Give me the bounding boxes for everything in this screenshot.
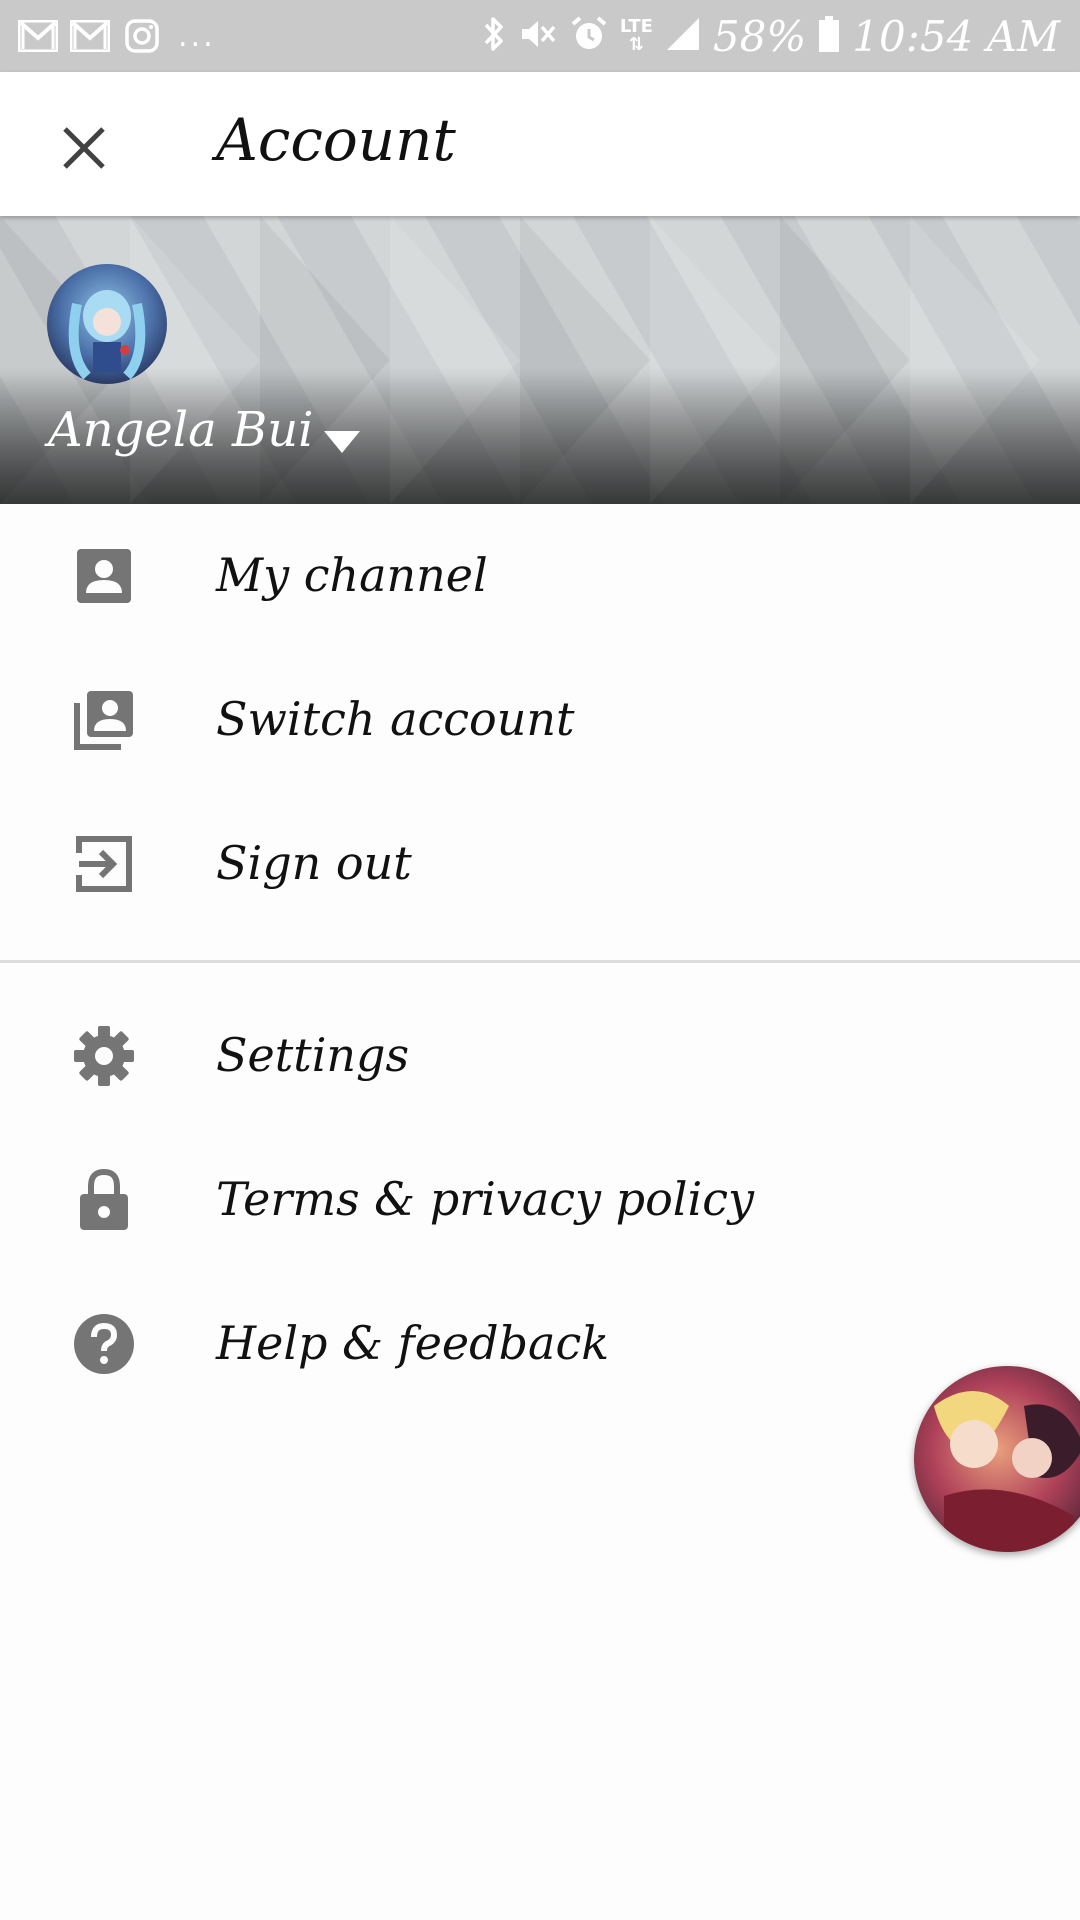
close-button[interactable] [48,112,120,184]
menu-divider [0,960,1080,963]
header-background-pattern [0,216,1080,504]
switch-account-icon [72,688,136,752]
bluetooth-icon [482,15,506,57]
account-header: Angela Bui [0,216,1080,504]
avatar[interactable] [47,264,167,384]
signal-icon [665,16,701,56]
account-name[interactable]: Angela Bui [48,402,313,458]
menu-item-label: Switch account [216,692,575,746]
person-box-icon [72,544,136,608]
gear-icon [72,1024,136,1088]
system-status: LTE ⇅ 58% 10:54 AM [482,11,1060,61]
lock-icon [72,1168,136,1232]
exit-icon [72,832,136,896]
notification-icons: ... [18,14,216,58]
menu-item-label: My channel [216,548,488,602]
vibrate-mute-icon [518,15,558,57]
network-type-label: LTE [619,16,653,37]
floating-chat-bubble[interactable] [914,1366,1080,1552]
instagram-icon [122,19,162,53]
app-bar: Account [0,72,1080,216]
menu-item-label: Settings [216,1028,410,1082]
close-icon [63,127,105,169]
lte-indicator: LTE ⇅ [619,16,653,55]
menu-item-settings[interactable]: Settings [0,984,1080,1128]
gmail-icon [70,19,110,53]
menu-item-label: Terms & privacy policy [216,1172,754,1226]
menu-item-my-channel[interactable]: My channel [0,504,1080,648]
clock: 10:54 AM [852,11,1060,61]
menu-item-switch-account[interactable]: Switch account [0,648,1080,792]
status-bar: ... LTE ⇅ 58% 10:54 AM [0,0,1080,72]
battery-icon [818,15,840,57]
menu-item-help-feedback[interactable]: Help & feedback [0,1272,1080,1416]
help-icon [72,1312,136,1376]
menu-item-label: Sign out [216,836,412,890]
dropdown-arrow-icon [324,431,360,453]
menu-item-label: Help & feedback [216,1316,610,1370]
account-switcher-toggle[interactable] [322,422,362,462]
gmail-icon [18,19,58,53]
menu-item-sign-out[interactable]: Sign out [0,792,1080,936]
menu-item-terms-privacy[interactable]: Terms & privacy policy [0,1128,1080,1272]
page-title: Account [216,106,456,174]
battery-percent: 58% [712,11,807,61]
more-notifications-indicator: ... [178,18,216,54]
alarm-icon [570,15,608,57]
